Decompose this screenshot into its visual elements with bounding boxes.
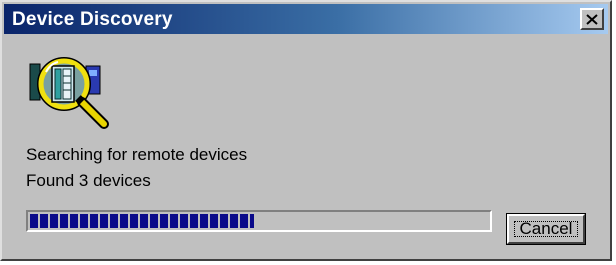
device-discovery-dialog: Device Discovery Searching for remote de… (0, 0, 612, 261)
status-searching-text: Searching for remote devices (26, 145, 248, 164)
magnifier-over-device-icon (24, 54, 116, 130)
status-found-count-text: Found 3 devices (26, 171, 151, 190)
close-button[interactable] (580, 8, 604, 30)
title-bar[interactable]: Device Discovery (4, 4, 608, 34)
cancel-button[interactable]: Cancel (506, 213, 586, 245)
window-title: Device Discovery (12, 9, 173, 30)
progress-fill (30, 214, 255, 228)
progress-bar (26, 210, 492, 232)
progress-track (30, 214, 488, 228)
cancel-button-label: Cancel (514, 219, 578, 238)
close-icon (586, 13, 598, 25)
